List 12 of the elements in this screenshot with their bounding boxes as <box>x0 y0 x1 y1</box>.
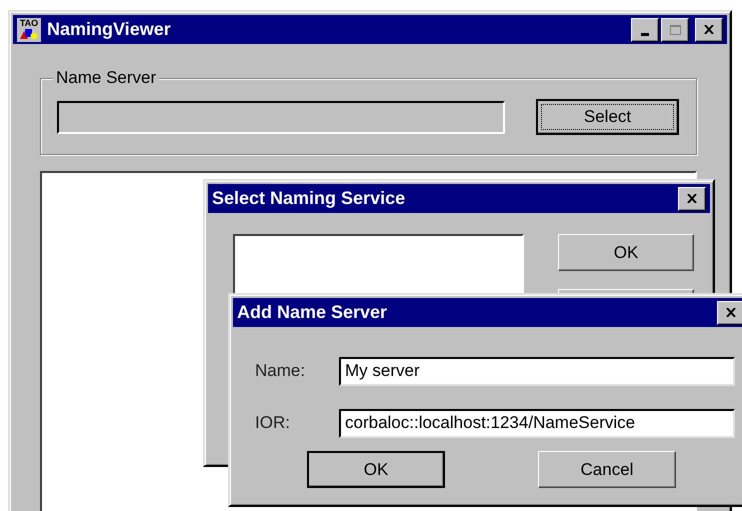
dialog-button[interactable]: OK <box>307 451 445 488</box>
dialog-title: Add Name Server <box>237 302 388 323</box>
input-field[interactable]: My server <box>339 356 735 386</box>
window-title: NamingViewer <box>47 19 171 40</box>
select-button[interactable]: Select <box>536 99 679 135</box>
dialog-button[interactable]: Cancel <box>538 451 676 488</box>
dialog-title: Select Naming Service <box>212 188 406 209</box>
ok-button[interactable]: OK <box>558 234 694 271</box>
field-label: Name: <box>255 361 306 381</box>
input-field[interactable]: corbaloc::localhost:1234/NameService <box>339 408 735 438</box>
field-label: IOR: <box>255 413 291 433</box>
app-icon-label: TAO <box>20 18 38 28</box>
